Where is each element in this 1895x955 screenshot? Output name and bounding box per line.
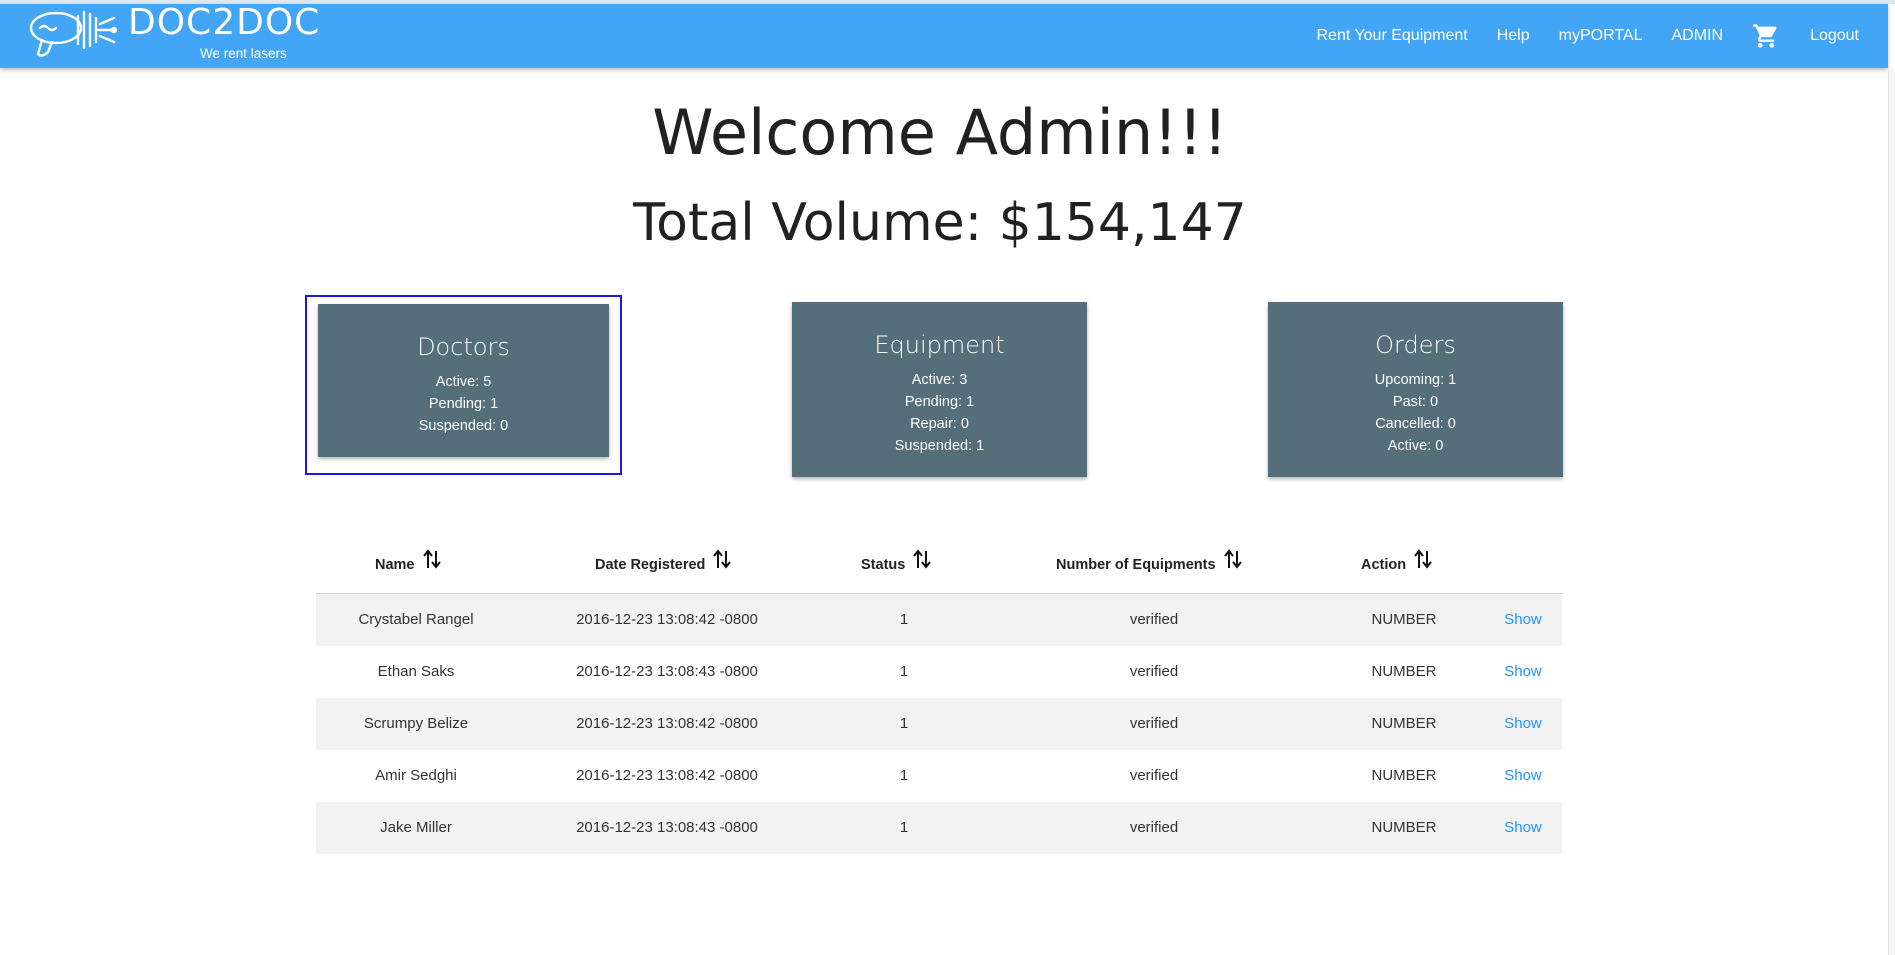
show-link[interactable]: Show [1498,750,1548,802]
column-header-equipments[interactable]: Number of Equipments [1056,549,1242,573]
column-header-action[interactable]: Action [1361,549,1432,573]
welcome-heading: Welcome Admin!!! [652,96,1228,169]
cell-date: 2016-12-23 13:08:42 -0800 [576,715,758,732]
column-header-name[interactable]: Name [375,549,441,573]
card-stat: Pending: 1 [428,396,499,412]
column-header-label: Name [375,557,415,573]
sort-arrows-icon[interactable] [1223,548,1242,570]
table-row: Scrumpy Belize 2016-12-23 13:08:42 -0800… [316,698,1562,750]
cell-equipments: verified [1129,767,1179,784]
laser-gun-icon [29,10,118,57]
cell-date: 2016-12-23 13:08:42 -0800 [576,611,758,628]
column-header-status[interactable]: Status [861,549,932,573]
navbar: DOC2DOC We rent lasers Rent Your Equipme… [0,2,1889,68]
card-title: Equipment [874,331,1005,359]
cell-status: 1 [899,715,909,732]
card-stat: Past: 0 [1392,394,1439,410]
equipment-card[interactable]: Equipment Active: 3 Pending: 1 Repair: 0… [792,302,1087,477]
cell-name: Ethan Saks [377,663,455,680]
cell-name: Jake Miller [380,819,452,836]
nav-myportal[interactable]: myPORTAL [1559,27,1643,45]
nav-help[interactable]: Help [1497,27,1530,45]
cell-action: NUMBER [1371,767,1437,784]
column-header-label: Number of Equipments [1056,557,1216,573]
table-row: Crystabel Rangel 2016-12-23 13:08:42 -08… [316,594,1562,646]
show-link[interactable]: Show [1498,594,1548,646]
cell-equipments: verified [1129,611,1179,628]
cell-date: 2016-12-23 13:08:42 -0800 [576,767,758,784]
cell-action: NUMBER [1371,663,1437,680]
doctors-card[interactable]: Doctors Active: 5 Pending: 1 Suspended: … [318,304,609,457]
card-title: Doctors [417,333,510,361]
card-stat: Active: 3 [911,372,968,388]
card-title: Orders [1375,331,1456,359]
column-header-label: Date Registered [595,557,706,573]
show-link[interactable]: Show [1498,646,1548,698]
cell-action: NUMBER [1371,715,1437,732]
logo-subtitle: We rent lasers [200,46,287,61]
cell-status: 1 [899,611,909,628]
scrollbar[interactable] [1888,68,1895,955]
sort-arrows-icon[interactable] [913,548,932,570]
table-row: Amir Sedghi 2016-12-23 13:08:42 -0800 1 … [316,750,1562,802]
column-header-date[interactable]: Date Registered [595,549,732,573]
card-stat: Active: 5 [435,374,492,390]
card-stat: Cancelled: 0 [1375,416,1456,432]
orders-card[interactable]: Orders Upcoming: 1 Past: 0 Cancelled: 0 … [1268,302,1563,477]
card-stat: Suspended: 0 [418,418,509,434]
card-stat: Pending: 1 [904,394,975,410]
cell-date: 2016-12-23 13:08:43 -0800 [576,819,758,836]
sort-arrows-icon[interactable] [422,548,441,570]
shopping-cart-icon[interactable] [1752,21,1782,51]
total-volume: Total Volume: $154,147 [633,193,1247,253]
cell-status: 1 [899,767,909,784]
card-stat: Repair: 0 [910,416,969,432]
cell-action: NUMBER [1371,611,1437,628]
column-header-label: Action [1361,557,1407,573]
card-stat: Upcoming: 1 [1374,372,1457,388]
card-stat: Active: 0 [1387,438,1444,454]
logo[interactable]: DOC2DOC We rent lasers [28,2,328,68]
cell-equipments: verified [1129,715,1179,732]
show-link[interactable]: Show [1498,802,1548,854]
table-row: Ethan Saks 2016-12-23 13:08:43 -0800 1 v… [316,646,1562,698]
cell-action: NUMBER [1371,819,1437,836]
sort-arrows-icon[interactable] [1414,548,1432,570]
table-header: Name Date Registered Status Number of Eq… [316,530,1562,594]
table-row: Jake Miller 2016-12-23 13:08:43 -0800 1 … [316,802,1562,854]
cell-equipments: verified [1129,663,1179,680]
cell-status: 1 [899,819,909,836]
cell-status: 1 [899,663,909,680]
cell-date: 2016-12-23 13:08:43 -0800 [576,663,758,680]
cell-name: Amir Sedghi [375,767,457,784]
cell-name: Crystabel Rangel [358,611,474,628]
cell-equipments: verified [1129,819,1179,836]
cell-name: Scrumpy Belize [363,715,469,732]
show-link[interactable]: Show [1498,698,1548,750]
nav-menu: Rent Your Equipment Help myPORTAL ADMIN … [1317,4,1889,68]
logo-title: DOC2DOC [128,2,321,43]
sort-arrows-icon[interactable] [713,548,732,570]
logout-link[interactable]: Logout [1810,27,1859,45]
column-header-label: Status [861,557,906,573]
nav-admin[interactable]: ADMIN [1672,27,1724,45]
nav-rent-equipment[interactable]: Rent Your Equipment [1317,27,1468,45]
card-stat: Suspended: 1 [894,438,985,454]
doctors-table: Name Date Registered Status Number of Eq… [316,530,1562,854]
